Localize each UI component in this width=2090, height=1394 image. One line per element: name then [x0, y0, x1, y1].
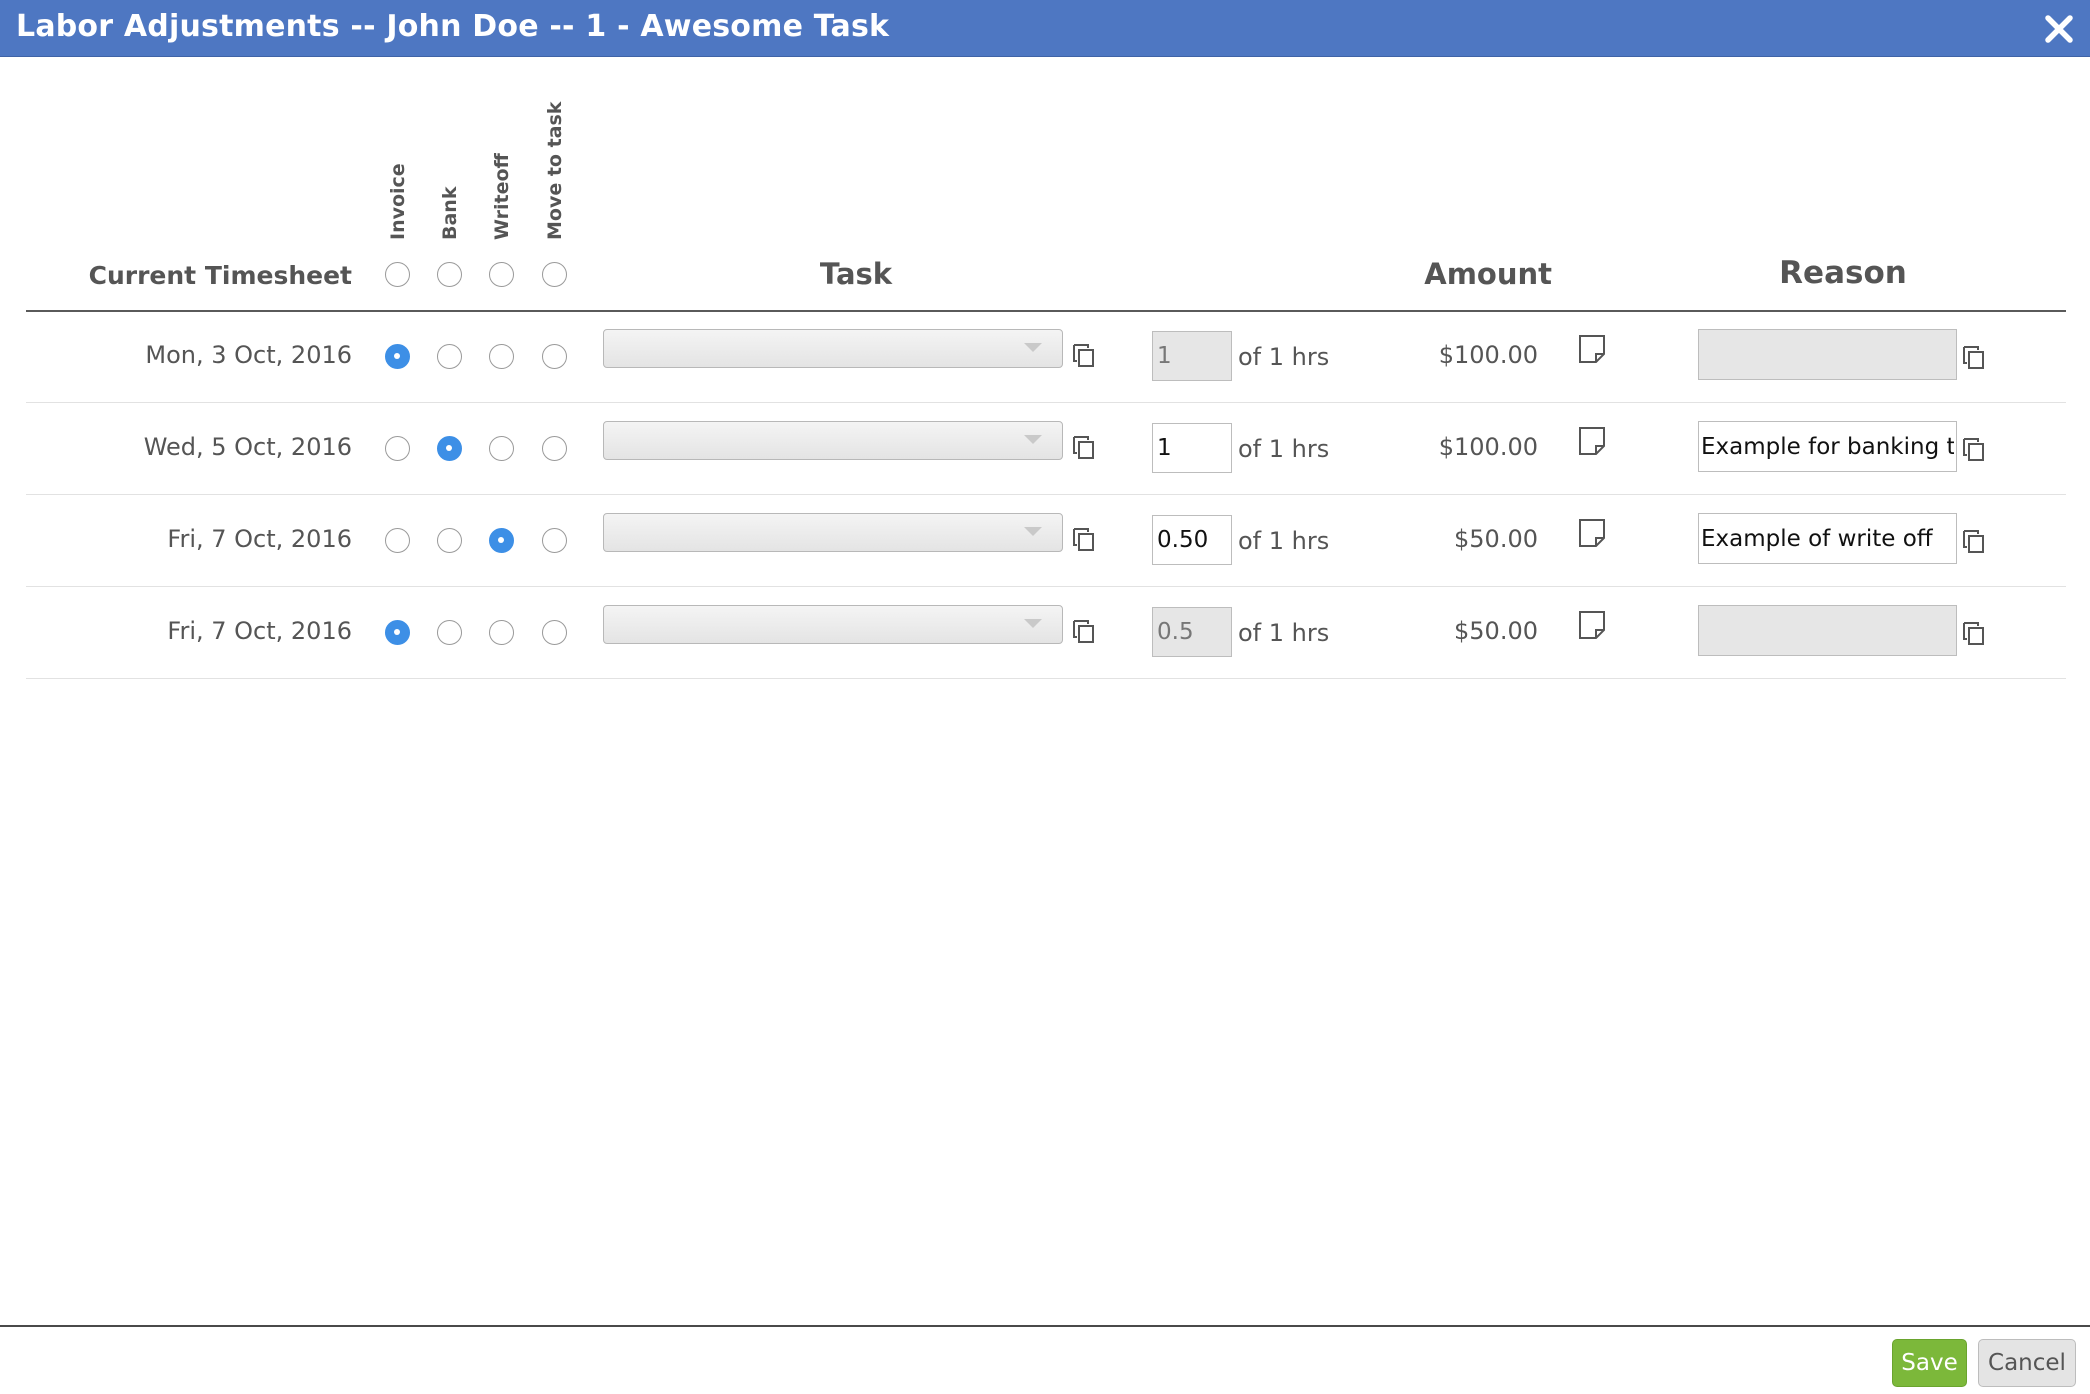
- save-button[interactable]: Save: [1892, 1339, 1967, 1387]
- dialog-title: Labor Adjustments -- John Doe -- 1 - Awe…: [16, 9, 890, 44]
- header-task: Task: [819, 257, 893, 291]
- copy-icon[interactable]: [1072, 433, 1096, 461]
- move-to-task-radio[interactable]: [542, 344, 567, 369]
- select-all-invoice-radio[interactable]: [385, 262, 410, 287]
- note-icon[interactable]: [1578, 610, 1606, 640]
- row-amount: $100.00: [1438, 341, 1538, 369]
- header-invoice: Invoice: [378, 110, 418, 240]
- row-date: Fri, 7 Oct, 2016: [167, 617, 352, 645]
- task-select[interactable]: [603, 421, 1063, 460]
- move-to-task-radio[interactable]: [542, 528, 567, 553]
- row-date: Mon, 3 Oct, 2016: [145, 341, 352, 369]
- row-amount: $100.00: [1438, 433, 1538, 461]
- chevron-down-icon: [1024, 435, 1042, 444]
- writeoff-radio[interactable]: [489, 344, 514, 369]
- copy-icon[interactable]: [1962, 527, 1986, 555]
- bank-radio[interactable]: [437, 620, 462, 645]
- header-move-to-task: Move to task: [535, 102, 575, 240]
- invoice-radio[interactable]: [385, 528, 410, 553]
- select-all-move-to-task-radio[interactable]: [542, 262, 567, 287]
- row-amount: $50.00: [1454, 617, 1538, 645]
- reason-input[interactable]: [1698, 329, 1957, 380]
- footer-divider: [0, 1325, 2090, 1327]
- chevron-down-icon: [1024, 527, 1042, 536]
- header-reason: Reason: [1779, 255, 1907, 291]
- reason-input[interactable]: [1698, 421, 1957, 472]
- row-divider: [26, 678, 2066, 679]
- note-icon[interactable]: [1578, 518, 1606, 548]
- of-hours-label: of 1 hrs: [1238, 527, 1330, 555]
- chevron-down-icon: [1024, 343, 1042, 352]
- copy-icon[interactable]: [1962, 343, 1986, 371]
- move-to-task-radio[interactable]: [542, 620, 567, 645]
- header-amount: Amount: [1424, 257, 1552, 291]
- task-select[interactable]: [603, 605, 1063, 644]
- table-row: Mon, 3 Oct, 2016 of 1 hrs $100.00: [0, 311, 2090, 403]
- bank-radio[interactable]: [437, 344, 462, 369]
- header-invoice-label: Invoice: [387, 163, 409, 240]
- copy-icon[interactable]: [1072, 341, 1096, 369]
- task-select[interactable]: [603, 513, 1063, 552]
- header-writeoff: Writeoff: [482, 110, 522, 240]
- header-move-to-task-label: Move to task: [544, 101, 566, 240]
- reason-input[interactable]: [1698, 605, 1957, 656]
- writeoff-radio[interactable]: [489, 436, 514, 461]
- cancel-button[interactable]: Cancel: [1978, 1339, 2076, 1387]
- note-icon[interactable]: [1578, 334, 1606, 364]
- invoice-radio[interactable]: [385, 436, 410, 461]
- table-row: Fri, 7 Oct, 2016 of 1 hrs $50.00: [0, 495, 2090, 587]
- copy-icon[interactable]: [1072, 617, 1096, 645]
- header-writeoff-label: Writeoff: [491, 153, 513, 240]
- of-hours-label: of 1 hrs: [1238, 619, 1330, 647]
- copy-icon[interactable]: [1962, 435, 1986, 463]
- copy-icon[interactable]: [1072, 525, 1096, 553]
- copy-icon[interactable]: [1962, 619, 1986, 647]
- of-hours-label: of 1 hrs: [1238, 435, 1330, 463]
- of-hours-label: of 1 hrs: [1238, 343, 1330, 371]
- writeoff-radio[interactable]: [489, 620, 514, 645]
- select-all-writeoff-radio[interactable]: [489, 262, 514, 287]
- table-row: Wed, 5 Oct, 2016 of 1 hrs $100.00: [0, 403, 2090, 495]
- header-current-timesheet: Current Timesheet: [88, 261, 352, 290]
- invoice-radio[interactable]: [385, 620, 410, 645]
- task-select[interactable]: [603, 329, 1063, 368]
- header-bank: Bank: [430, 110, 470, 240]
- quantity-input[interactable]: [1152, 423, 1232, 473]
- bank-radio[interactable]: [437, 436, 462, 461]
- table-row: Fri, 7 Oct, 2016 of 1 hrs $50.00: [0, 587, 2090, 679]
- invoice-radio[interactable]: [385, 344, 410, 369]
- bank-radio[interactable]: [437, 528, 462, 553]
- move-to-task-radio[interactable]: [542, 436, 567, 461]
- close-icon[interactable]: [2042, 12, 2076, 46]
- chevron-down-icon: [1024, 619, 1042, 628]
- note-icon[interactable]: [1578, 426, 1606, 456]
- dialog-titlebar: Labor Adjustments -- John Doe -- 1 - Awe…: [0, 0, 2090, 57]
- header-bank-label: Bank: [439, 186, 461, 240]
- writeoff-radio[interactable]: [489, 528, 514, 553]
- row-date: Fri, 7 Oct, 2016: [167, 525, 352, 553]
- quantity-input[interactable]: [1152, 515, 1232, 565]
- row-date: Wed, 5 Oct, 2016: [143, 433, 352, 461]
- quantity-input[interactable]: [1152, 331, 1232, 381]
- reason-input[interactable]: [1698, 513, 1957, 564]
- quantity-input[interactable]: [1152, 607, 1232, 657]
- select-all-bank-radio[interactable]: [437, 262, 462, 287]
- row-amount: $50.00: [1454, 525, 1538, 553]
